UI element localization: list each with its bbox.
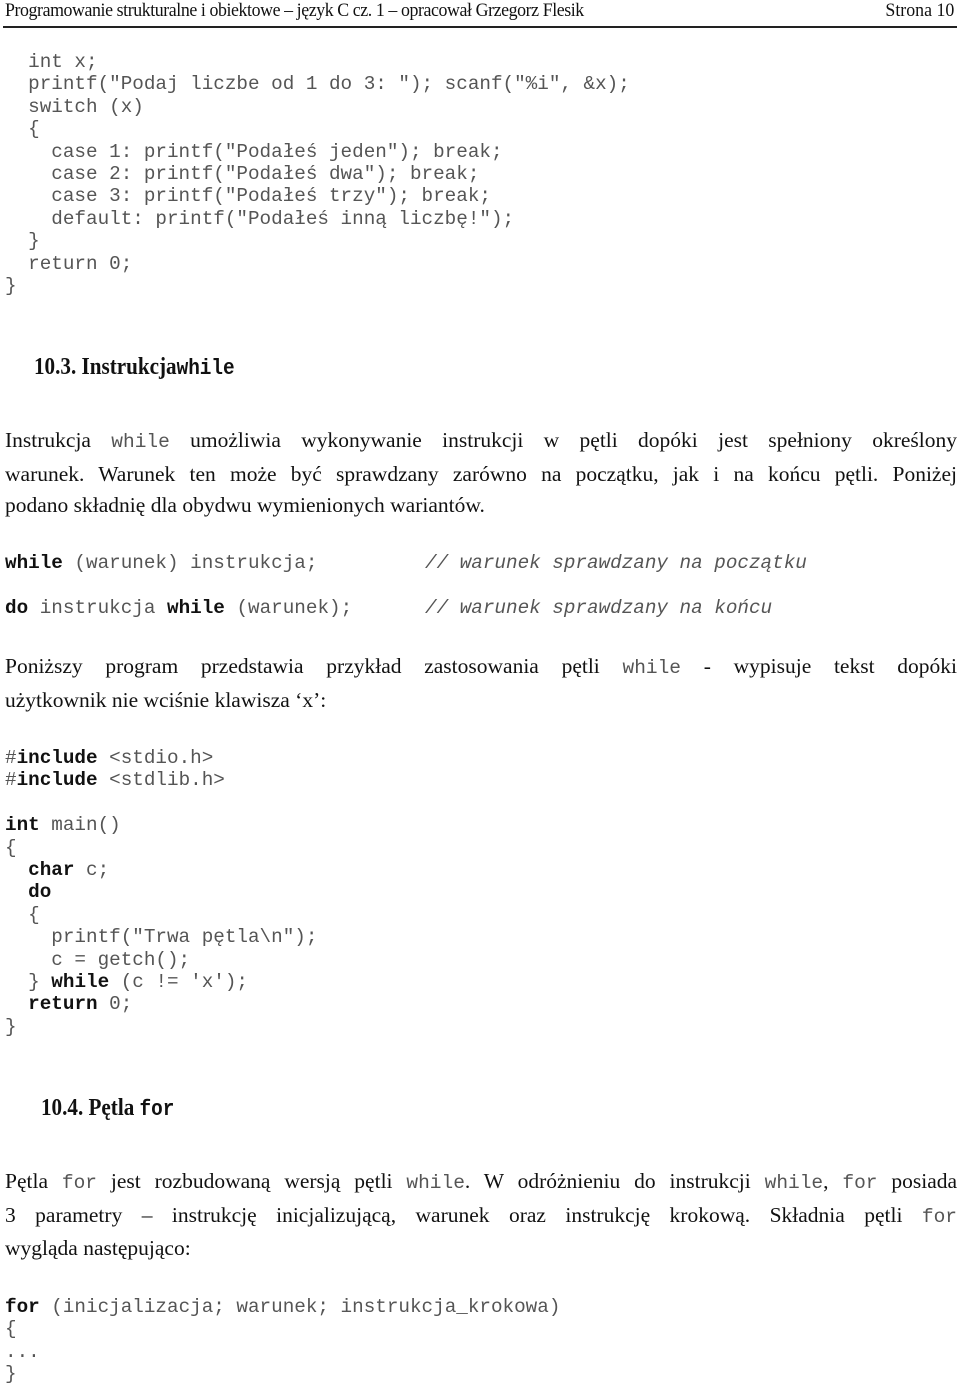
code-line: int x; [28, 51, 98, 73]
text-line: wygląda następująco: [5, 1236, 191, 1260]
text-line: Instrukcja while umożliwia wykonywanie i… [5, 428, 958, 453]
code-line: return 0; [28, 252, 133, 275]
section-title: Instrukcja [81, 354, 177, 380]
page-number: Strona 10 [885, 0, 954, 21]
section-heading-for: 10.4. Pętla for [41, 1095, 174, 1122]
syntax-while: while (warunek) instrukcja; [5, 552, 318, 574]
section-number: 10.4. [41, 1095, 84, 1121]
paragraph-while-intro: Instrukcja while umożliwia wykonywanie i… [5, 425, 957, 522]
code-line: switch (x) [28, 95, 144, 118]
code-line: { [28, 118, 40, 141]
syntax-for: for (inicjalizacja; warunek; instrukcja_… [5, 1296, 561, 1386]
code-line: default: printf("Podałeś inną liczbę!"); [51, 207, 515, 230]
code-block-do-while: #include <stdio.h> #include <stdlib.h> i… [5, 747, 318, 1038]
section-title: Pętla [88, 1095, 135, 1121]
text-line: użytkownik nie wciśnie klawisza ‘x’: [5, 687, 327, 712]
section-keyword: for [139, 1097, 175, 1122]
section-number: 10.3. [34, 354, 77, 380]
section-heading-while: 10.3. Instrukcjawhile [34, 354, 235, 381]
code-line: } [5, 275, 17, 298]
page-header: Programowanie strukturalne i obiektowe –… [5, 0, 954, 22]
code-line: case 3: printf("Podałeś trzy"); break; [51, 185, 491, 208]
text-line: 3 parametry – instrukcję inicjalizującą,… [5, 1202, 957, 1228]
syntax-do-while-comment: // warunek sprawdzany na końcu [425, 597, 773, 619]
header-rule [3, 26, 957, 28]
code-line: case 1: printf("Podałeś jeden"); break; [51, 140, 503, 163]
paragraph-for-intro: Pętla for jest rozbudowaną wersją pętli … [5, 1166, 957, 1265]
text-line: warunek. Warunek ten może być sprawdzany… [5, 461, 957, 486]
text-line: Poniższy program przedstawia przykład za… [5, 654, 958, 679]
header-title: Programowanie strukturalne i obiektowe –… [5, 0, 584, 21]
syntax-do-while: do instrukcja while (warunek); [5, 597, 353, 619]
text-line: Pętla for jest rozbudowaną wersją pętli … [5, 1169, 958, 1194]
code-line: case 2: printf("Podałeś dwa"); break; [51, 163, 480, 186]
code-line: printf("Podaj liczbe od 1 do 3: "); scan… [28, 73, 630, 96]
section-keyword: while [176, 356, 235, 381]
syntax-while-comment: // warunek sprawdzany na początku [425, 552, 807, 574]
code-block-switch: int x; printf("Podaj liczbe od 1 do 3: "… [5, 51, 630, 297]
paragraph-example-intro: Poniższy program przedstawia przykład za… [5, 651, 957, 716]
code-line: } [28, 230, 40, 253]
text-line: podano składnię dla obydwu wymienionych … [5, 493, 485, 517]
